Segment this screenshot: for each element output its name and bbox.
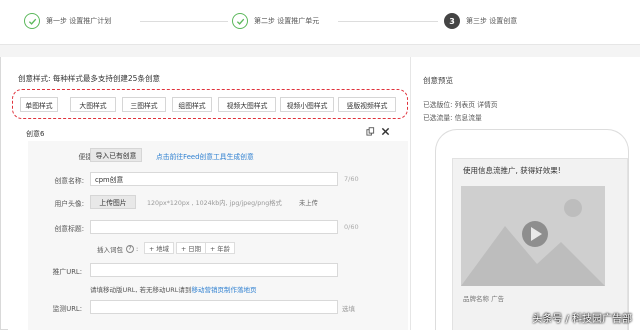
style-option-video-small[interactable]: 视频小图样式: [280, 97, 334, 112]
creative-name-counter: 7/60: [344, 175, 359, 183]
image-placeholder-icon: [461, 186, 605, 286]
phone-mockup: 使用信息流推广, 获得好效果! 品牌名称 广告: [435, 129, 629, 330]
creative-name-label: 创意名称:: [54, 177, 84, 185]
insert-word-row: 插入词包 ? :: [97, 245, 139, 254]
creative-editor: 创意样式: 每种样式最多支持创建25条创意 单图样式 大图样式 三图样式 组图样…: [8, 57, 410, 330]
video-placeholder: [461, 186, 605, 286]
style-option-single-image[interactable]: 单图样式: [20, 97, 58, 112]
creative-preview: 创意预览 已选版位: 列表页 详情页 已选流量: 信息流量 使用信息流推广, 获…: [411, 57, 640, 330]
step-1: 第一步 设置推广计划: [24, 11, 111, 31]
help-icon[interactable]: ?: [126, 245, 134, 253]
creative-title-label: 创意标题:: [54, 225, 84, 233]
avatar-status: 未上传: [299, 200, 318, 207]
style-option-vertical-video[interactable]: 竖版视频样式: [338, 97, 396, 112]
creative-title-input[interactable]: [90, 220, 338, 234]
insert-region-tag[interactable]: + 地域: [144, 242, 174, 254]
preview-title: 创意预览: [423, 76, 453, 85]
style-option-group-image[interactable]: 组图样式: [172, 97, 212, 112]
insert-age-tag[interactable]: + 年龄: [205, 242, 235, 254]
step-3: 3 第三步 设置创意: [444, 11, 517, 31]
preview-brand: 品牌名称 广告: [463, 295, 505, 303]
style-option-large-image[interactable]: 大图样式: [70, 97, 116, 112]
mobile-landing-page-link[interactable]: 移动营销页制作落地页: [191, 286, 256, 294]
preview-ad-text: 使用信息流推广, 获得好效果!: [463, 166, 561, 175]
feed-tool-link[interactable]: 点击前往Feed创意工具生成创意: [156, 151, 254, 161]
copy-icon[interactable]: [366, 127, 375, 136]
step-number: 3: [444, 13, 460, 29]
promo-url-hint-text: 请填移动版URL, 若无移动URL请到: [90, 286, 192, 294]
step-label: 第一步 设置推广计划: [46, 17, 112, 25]
creative-actions: [366, 127, 390, 136]
monitor-url-label: 监测URL:: [52, 305, 82, 313]
step-label: 第二步 设置推广单元: [254, 17, 320, 25]
style-option-three-image[interactable]: 三图样式: [122, 97, 166, 112]
avatar-label: 用户头像:: [54, 200, 84, 208]
monitor-url-input[interactable]: [90, 300, 338, 314]
promo-url-hint: 请填移动版URL, 若无移动URL请到移动营销页制作落地页: [90, 284, 256, 294]
step-label: 第三步 设置创意: [466, 17, 518, 25]
header-gap: [0, 45, 640, 57]
watermark: 头条号 / 科技园广告部: [532, 314, 632, 325]
creative-style-title: 创意样式: 每种样式最多支持创建25条创意: [18, 74, 160, 83]
promo-url-input[interactable]: [90, 263, 338, 277]
step-connector: [140, 21, 228, 22]
insert-date-tag[interactable]: + 日期: [176, 242, 206, 254]
close-icon[interactable]: [381, 127, 390, 136]
check-icon: [232, 13, 248, 29]
style-option-video-large[interactable]: 视频大图样式: [218, 97, 276, 112]
step-progress: 第一步 设置推广计划 第二步 设置推广单元 3 第三步 设置创意: [0, 0, 640, 44]
promo-url-label: 推广URL:: [52, 268, 82, 276]
step-connector: [338, 21, 438, 22]
insert-word-label: 插入词包: [97, 246, 123, 254]
preview-placement: 已选版位: 列表页 详情页: [423, 101, 498, 109]
preview-traffic: 已选流量: 信息流量: [423, 114, 482, 122]
import-creative-button[interactable]: 导入已有创意: [90, 148, 142, 162]
creative-header: 创意6: [26, 130, 45, 138]
phone-screen: 使用信息流推广, 获得好效果! 品牌名称 广告: [452, 158, 628, 330]
upload-image-button[interactable]: 上传图片: [90, 195, 136, 209]
creative-title-counter: 0/60: [344, 223, 359, 231]
creative-name-input[interactable]: cpm创意: [90, 172, 338, 186]
avatar-hint: 120px*120px , 1024kb内, jpg/jpeg/png格式: [147, 200, 282, 207]
check-icon: [24, 13, 40, 29]
step-2: 第二步 设置推广单元: [232, 11, 319, 31]
monitor-url-optional: 选填: [342, 305, 355, 313]
